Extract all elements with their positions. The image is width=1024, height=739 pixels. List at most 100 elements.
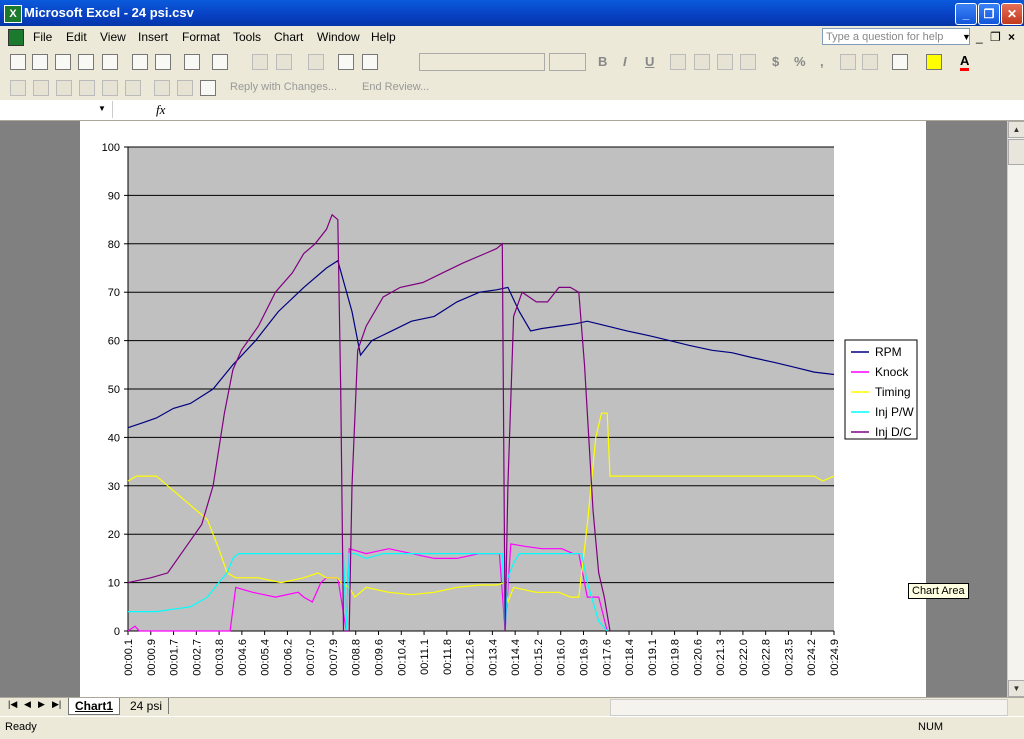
email-icon[interactable] [102,54,118,70]
borders-icon[interactable] [892,54,908,70]
underline-icon[interactable]: U [645,54,654,69]
document-icon[interactable] [8,29,24,46]
review-icon-2[interactable] [33,80,49,96]
chart-area[interactable]: 0 10 20 30 40 50 60 70 80 90 100 00:00.1 00:00.9 00:0… [80,121,926,697]
review-icon-5[interactable] [102,80,118,96]
decrease-decimal-icon[interactable] [862,54,878,70]
tab-24-psi[interactable]: 24 psi [124,698,170,714]
autosum-icon[interactable] [276,54,292,70]
menu-view[interactable]: View [100,30,126,44]
protect-icon[interactable] [200,80,216,96]
menu-window[interactable]: Window [317,30,360,44]
font-color-icon[interactable]: A [960,54,970,71]
align-center-icon[interactable] [694,54,710,70]
x-tick-label: 00:13.4 [487,639,499,676]
doc-minimize-icon[interactable]: _ [976,30,983,44]
menu-chart[interactable]: Chart [274,30,303,44]
permission-icon[interactable] [78,54,94,70]
x-tick-label: 00:16.9 [578,639,590,676]
help-icon[interactable] [362,54,378,70]
copy-icon[interactable] [184,54,200,70]
print-preview-icon[interactable] [155,54,171,70]
increase-decimal-icon[interactable] [840,54,856,70]
print-icon[interactable] [132,54,148,70]
x-tick-label: 00:06.2 [282,639,294,676]
comma-icon[interactable]: , [820,54,824,69]
save-icon[interactable] [55,54,71,70]
minimize-button[interactable]: _ [955,3,977,25]
review-icon-4[interactable] [79,80,95,96]
tooltip: Chart Area [908,583,969,599]
close-button[interactable]: ✕ [1001,3,1023,25]
reviewing-toolbar: Reply with Changes... End Review... [0,75,1024,102]
undo-icon[interactable] [212,54,228,70]
tab-chart1[interactable]: Chart1 [68,698,121,715]
x-tick-label: 00:22.0 [738,639,750,676]
x-tick-label: 00:17.6 [601,639,613,676]
font-name-select[interactable] [419,53,545,71]
x-tick-label: 00:11.1 [419,639,431,675]
x-tick-label: 00:24.2 [806,639,818,676]
y-tick-label: 70 [108,287,120,299]
restore-button[interactable]: ❐ [978,3,1000,25]
menu-format[interactable]: Format [182,30,220,44]
x-tick-label: 00:09.6 [374,639,386,676]
x-tick-label: 00:22.8 [761,639,773,676]
new-icon[interactable] [10,54,26,70]
fx-icon[interactable]: fx [156,102,165,118]
legend-label: RPM [875,345,902,359]
x-tick-label: 00:08.8 [351,639,363,676]
scroll-up-icon[interactable]: ▲ [1008,121,1024,138]
name-box-dropdown-icon[interactable]: ▼ [98,104,106,113]
review-icon-3[interactable] [56,80,72,96]
horizontal-scrollbar[interactable] [610,699,1008,716]
menu-insert[interactable]: Insert [138,30,168,44]
help-dropdown-icon[interactable]: ▼ [962,32,971,42]
doc-restore-icon[interactable]: ❐ [990,30,1001,44]
status-bar: Ready NUM [0,716,1024,739]
menu-edit[interactable]: Edit [66,30,87,44]
y-tick-label: 40 [108,432,120,444]
tab-last-icon[interactable]: ▶| [46,698,67,711]
excel-icon: X [4,5,22,23]
font-size-select[interactable] [549,53,586,71]
align-right-icon[interactable] [717,54,733,70]
x-tick-label: 00:23.5 [783,639,795,676]
scroll-down-icon[interactable]: ▼ [1008,680,1024,697]
scroll-thumb[interactable] [1008,139,1024,165]
sort-icon[interactable] [308,54,324,70]
share-icon[interactable] [177,80,193,96]
chart-wizard-icon[interactable] [338,54,354,70]
menu-tools[interactable]: Tools [233,30,261,44]
hyperlink-icon[interactable] [252,54,268,70]
italic-icon[interactable]: I [623,54,627,69]
vertical-scrollbar[interactable]: ▲ ▼ [1007,121,1024,697]
open-icon[interactable] [32,54,48,70]
merge-center-icon[interactable] [740,54,756,70]
review-icon-6[interactable] [125,80,141,96]
currency-icon[interactable]: $ [772,54,779,69]
legend-label: Knock [875,365,909,379]
help-search-input[interactable]: Type a question for help [822,28,970,45]
review-icon-1[interactable] [10,80,26,96]
name-box[interactable] [2,101,113,118]
align-left-icon[interactable] [670,54,686,70]
status-ready: Ready [5,721,37,733]
x-tick-label: 00:14.4 [510,639,522,676]
x-tick-label: 00:03.8 [214,639,226,676]
reply-with-changes-button[interactable]: Reply with Changes... [230,81,337,93]
y-tick-label: 30 [108,481,120,493]
sheet-tab-bar: |◀ ◀ ▶ ▶| Chart1 24 psi [0,697,1024,716]
end-review-button[interactable]: End Review... [362,81,429,93]
x-tick-label: 00:19.1 [647,639,659,676]
bold-icon[interactable]: B [598,54,607,69]
menu-file[interactable]: File [33,30,52,44]
percent-icon[interactable]: % [794,54,806,69]
menu-help[interactable]: Help [371,30,396,44]
x-tick-label: 00:15.2 [533,639,545,676]
track-changes-icon[interactable] [154,80,170,96]
doc-close-icon[interactable]: × [1008,30,1015,44]
fill-color-icon[interactable] [926,54,942,70]
y-tick-label: 50 [108,384,120,396]
x-tick-label: 00:10.4 [396,639,408,676]
